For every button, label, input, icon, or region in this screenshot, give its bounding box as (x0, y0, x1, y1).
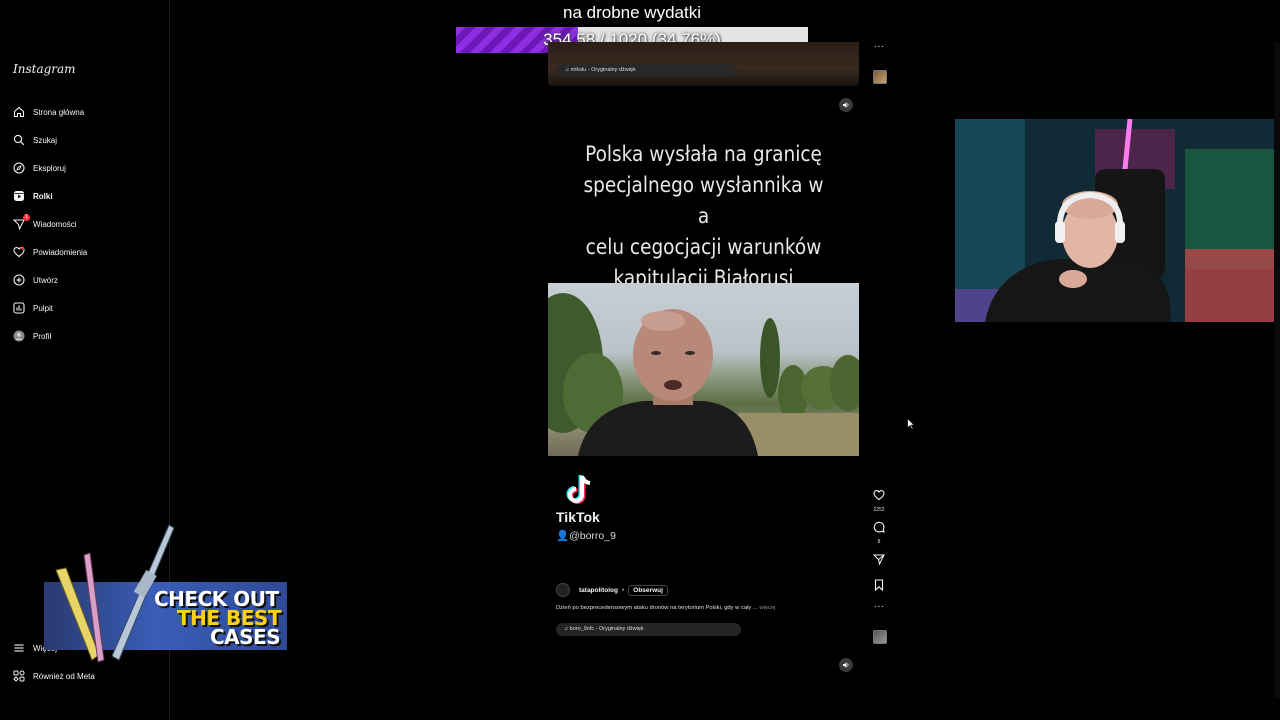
reel-description-text: Dzień po bezprecedensowym ataku dronów n… (556, 605, 758, 611)
sidebar-item-label: Utwórz (33, 275, 58, 285)
sidebar-item-dashboard[interactable]: Pulpit (0, 294, 169, 322)
home-icon (13, 106, 25, 118)
sidebar-nav: Strona główna Szukaj Eksploruj Rolki 1 W… (0, 98, 169, 350)
sidebar-item-notifications[interactable]: Powiadomienia (0, 238, 169, 266)
heart-icon (13, 246, 25, 258)
caption-line: specjalnego wysłannika w a (583, 173, 824, 228)
sidebar-item-label: Strona główna (33, 107, 85, 117)
ad-line-3: CASES (210, 625, 281, 649)
send-icon (872, 554, 885, 566)
tiktok-logo-icon (566, 475, 591, 504)
like-action[interactable]: 2252 (872, 488, 886, 513)
search-icon (13, 134, 25, 146)
reel-audio-label: boro_9ofc - Oryginalny dźwięk (569, 626, 644, 632)
sidebar-item-search[interactable]: Szukaj (0, 126, 169, 154)
follow-button[interactable]: Obserwuj (628, 584, 668, 596)
instagram-logo[interactable]: Instagram (13, 62, 76, 76)
reels-icon (13, 190, 25, 202)
mouse-cursor-icon (907, 417, 916, 435)
sidebar-item-reels[interactable]: Rolki (0, 182, 169, 210)
user-icon: 👤 (556, 530, 570, 542)
sidebar-item-also-from-meta[interactable]: Również od Meta (0, 662, 169, 690)
sidebar-item-explore[interactable]: Eksploruj (0, 154, 169, 182)
comment-action[interactable]: 8 (872, 520, 886, 545)
profile-avatar (13, 330, 25, 342)
sidebar-item-label: Rolki (33, 191, 53, 201)
reel-author-row: tatapolitolog • Obserwuj (556, 583, 668, 597)
compass-icon (13, 162, 25, 174)
sidebar-item-messages[interactable]: 1 Wiadomości (0, 210, 169, 238)
sidebar-item-label: Profil (33, 331, 52, 341)
author-username[interactable]: tatapolitolog (579, 587, 618, 594)
previous-reel-audio[interactable]: ♫ mikslu - Oryginalny dźwięk (557, 64, 737, 77)
streamer-webcam (955, 119, 1280, 322)
next-reel-mute-button[interactable] (839, 658, 853, 672)
bookmark-icon (874, 579, 884, 592)
share-action[interactable] (872, 552, 886, 570)
webcam-scene (955, 119, 1280, 322)
tiktok-watermark: TikTok 👤@borro_9 (556, 473, 676, 543)
speaker-icon (843, 662, 849, 668)
like-count: 2252 (873, 507, 885, 513)
reel-video[interactable]: Polska wysłała na granicę specjalnego wy… (548, 87, 859, 640)
more-link[interactable]: więcej (759, 605, 775, 611)
case-opening-ad[interactable]: CHECK OUT THE BEST CASES (44, 520, 288, 665)
tiktok-username-text: @borro_9 (569, 530, 616, 542)
video-scene (548, 293, 859, 456)
save-action[interactable] (872, 578, 886, 596)
reel-description: Dzień po bezprecedensowym ataku dronów n… (556, 605, 856, 611)
previous-reel-audio-label: mikslu - Oryginalny dźwięk (570, 67, 636, 73)
sidebar-item-label: Również od Meta (33, 671, 95, 681)
prev-reel-options-icon[interactable]: ··· (872, 42, 886, 52)
music-note-icon: ♫ (565, 67, 570, 73)
comment-icon (873, 521, 885, 533)
mute-button[interactable] (839, 98, 853, 112)
previous-reel-video[interactable]: ♫ mikslu - Oryginalny dźwięk (548, 42, 859, 86)
author-avatar[interactable] (556, 583, 570, 597)
messages-badge: 1 (23, 214, 30, 221)
more-options-icon[interactable]: ··· (872, 602, 886, 612)
heart-icon (873, 490, 885, 501)
comment-count: 8 (877, 539, 881, 545)
video-frame (548, 283, 859, 456)
music-note-icon: ♫ (564, 626, 569, 632)
caption-line: Polska wysłała na granicę (585, 142, 822, 166)
sidebar-item-create[interactable]: Utwórz (0, 266, 169, 294)
dashboard-icon (13, 302, 25, 314)
sidebar-item-label: Eksploruj (33, 163, 66, 173)
prev-reel-audio-thumbnail[interactable] (873, 70, 887, 84)
speaker-icon (843, 102, 849, 108)
caption-line: celu cegocjacji warunków (585, 235, 822, 259)
sidebar-item-label: Pulpit (33, 303, 54, 313)
video-caption-text: Polska wysłała na granicę specjalnego wy… (583, 139, 825, 294)
separator-dot: • (622, 586, 625, 594)
sidebar-item-label: Powiadomienia (33, 247, 88, 257)
sidebar-item-profile[interactable]: Profil (0, 322, 169, 350)
page-scrollbar[interactable] (1274, 42, 1280, 698)
meta-icon (13, 670, 25, 682)
sidebar-item-label: Szukaj (33, 135, 58, 145)
donation-goal-title: na drobne wydatki (563, 3, 701, 22)
reel-audio[interactable]: ♫ boro_9ofc - Oryginalny dźwięk (556, 623, 741, 636)
reel-audio-thumbnail[interactable] (873, 630, 887, 644)
tiktok-username: 👤@borro_9 (556, 529, 616, 542)
messages-icon: 1 (13, 214, 30, 230)
plus-square-icon (13, 274, 25, 286)
sidebar-item-home[interactable]: Strona główna (0, 98, 169, 126)
tiktok-wordmark: TikTok (556, 509, 600, 525)
menu-icon (13, 642, 25, 654)
sidebar-item-label: Wiadomości (33, 219, 77, 229)
